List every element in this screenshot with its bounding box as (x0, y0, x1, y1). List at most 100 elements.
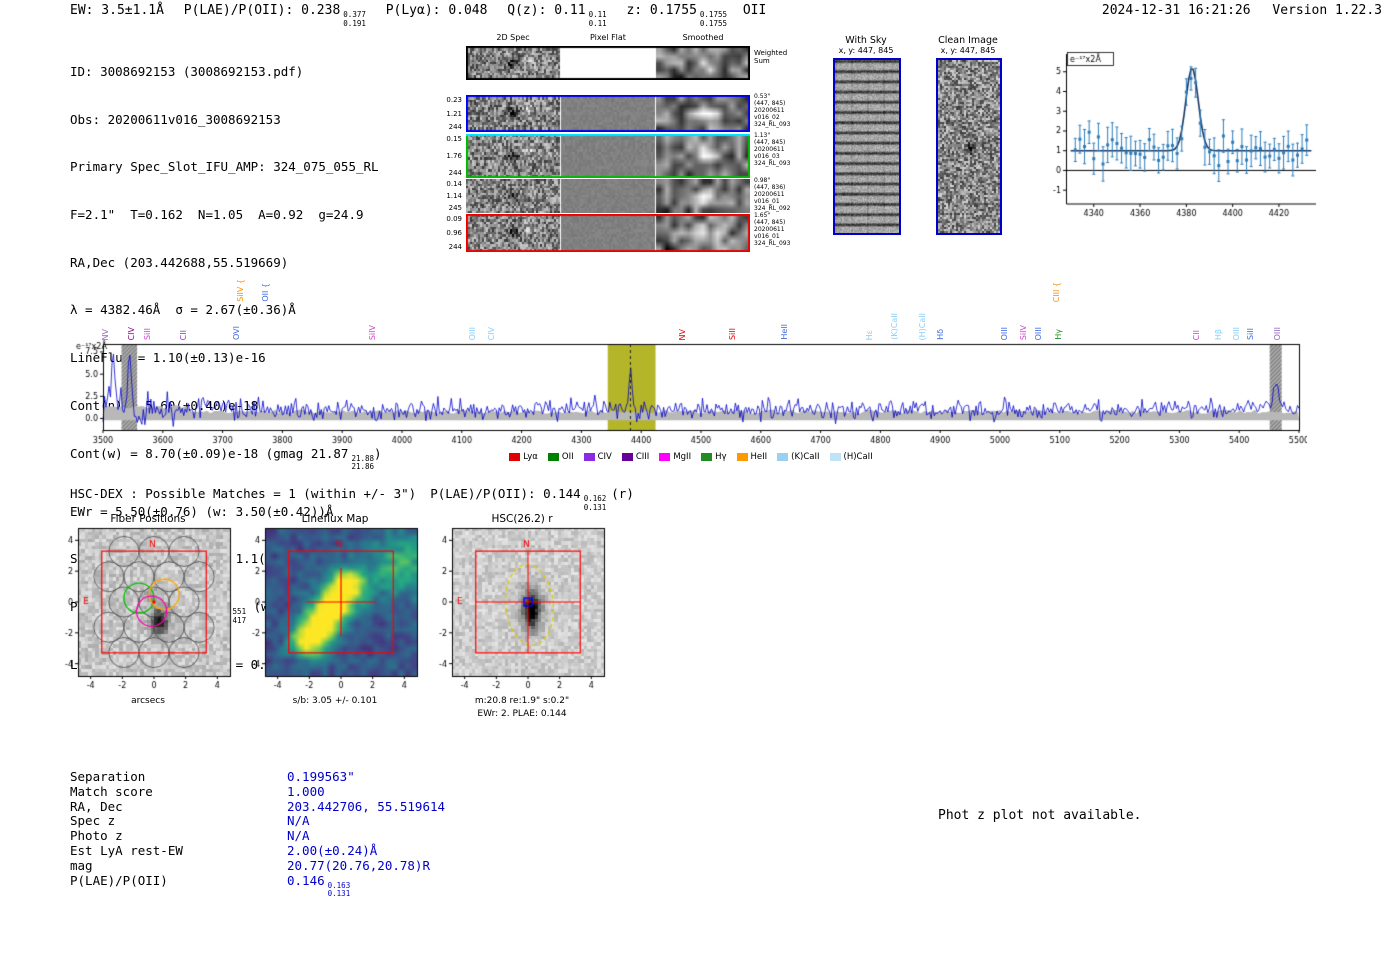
match-table-row: Photo zN/A (70, 829, 445, 844)
cutout-left-label: 0.23 (430, 97, 462, 104)
legend-item-oii: OII (548, 452, 574, 462)
legend-label: HeII (751, 452, 768, 462)
legend-item-ciii: CIII (622, 452, 649, 462)
match-table-row: mag20.77(20.76,20.78)R (70, 859, 445, 874)
emission-line-label-cii: CII (179, 330, 188, 340)
emission-line-label-cii: CII (1192, 330, 1201, 340)
legend-swatch (777, 453, 788, 461)
cutout-right-label: 0.53" (754, 93, 770, 100)
cutout-strip-row-0 (466, 46, 750, 80)
col-header-smoothed: Smoothed (656, 33, 750, 42)
fiber-positions-plot (48, 524, 238, 694)
col-header-pixelflat: Pixel Flat (561, 33, 655, 42)
value-uncertainty: 0.1630.131 (328, 882, 351, 899)
clean-title: Clean Image (928, 35, 1008, 46)
cutout-right-label: 324_RL_093 (754, 160, 790, 167)
cutout-strip-row-4 (466, 214, 750, 252)
match-table-label: Separation (70, 770, 287, 785)
cutout-right-label: 1.65" (754, 212, 770, 219)
match-table-value: 2.00(±0.24)Å (287, 844, 377, 859)
emission-line-label-oiii: OIII (1232, 327, 1241, 340)
legend-label: Lyα (523, 452, 538, 462)
match-table-row: Match score1.000 (70, 785, 445, 800)
emission-line-label-nv: NV (101, 329, 110, 340)
emission-line-label-ovi: OVI (232, 326, 241, 340)
fiber-xlabel: arcsecs (53, 696, 243, 706)
cutout-strip-row-3 (466, 179, 750, 213)
lineflux-map-plot (235, 524, 425, 694)
cutout-right-label: (447, 845) (754, 139, 785, 146)
emission-line-label-h: Hε (865, 330, 874, 340)
legend-label: OII (562, 452, 574, 462)
emission-line-label-kcaii: (K)CaII (890, 313, 899, 340)
hsc-caption-magnitude: m:20.8 re:1.9" s:0.2" (427, 696, 617, 706)
cutout-left-label: 1.21 (430, 111, 462, 118)
match-table-value: 203.442706, 55.519614 (287, 800, 445, 815)
cutout-right-label: 324_RL_093 (754, 121, 790, 128)
cutout-right-label: v016_02 (754, 114, 780, 121)
match-table-value: N/A (287, 829, 310, 844)
hsc-match-plae: P(LAE)/P(OII): 0.144 (430, 486, 581, 501)
emission-line-label-civ: CIV (127, 327, 136, 340)
emission-line-label-nv: NV (678, 329, 687, 340)
cutout-right-label: 324_RL_093 (754, 240, 790, 247)
match-table-label: mag (70, 859, 287, 874)
emission-line-label-siiv: SiIV (368, 325, 377, 340)
cutout-right-label: 20200611 (754, 146, 785, 153)
photz-note: Phot z plot not available. (938, 808, 1142, 823)
emission-line-label-hcaii: (H)CaII (918, 313, 927, 340)
legend-item-civ: CIV (584, 452, 612, 462)
match-table-value: 20.77(20.76,20.78)R (287, 859, 430, 874)
cutout-left-label: 245 (430, 205, 462, 212)
cutout-left-label: 0.14 (430, 181, 462, 188)
legend-item-hcaii: (H)CaII (830, 452, 873, 462)
cutout-right-label: v016_01 (754, 233, 780, 240)
legend-label: MgII (673, 452, 691, 462)
cutout-left-label: 0.15 (430, 136, 462, 143)
withsky-image (833, 58, 901, 235)
match-table-label: Match score (70, 785, 287, 800)
legend-swatch (737, 453, 748, 461)
hsc-r-plot (422, 524, 612, 694)
cutout-left-label: 244 (430, 244, 462, 251)
cutout-right-label: (447, 836) (754, 184, 785, 191)
cutout-left-label: 244 (430, 124, 462, 131)
emission-line-label-oiii: OIII (1000, 327, 1009, 340)
lineflux-caption: s/b: 3.05 +/- 0.101 (240, 696, 430, 706)
legend-swatch (830, 453, 841, 461)
emission-line-label-h: Hβ (1214, 329, 1223, 340)
legend-item-h: Hγ (701, 452, 726, 462)
match-table-value: N/A (287, 814, 310, 829)
match-table-value: 1.000 (287, 785, 325, 800)
legend-label: Hγ (715, 452, 726, 462)
elixer-detection-report: EW: 3.5±1.1Å P(LAE)/P(OII): 0.2380.3770.… (0, 0, 1400, 953)
legend-swatch (659, 453, 670, 461)
cutout-right-label: 20200611 (754, 191, 785, 198)
cutout-strip-row-1 (466, 95, 750, 132)
hsc-match-count: HSC-DEX : Possible Matches = 1 (within +… (70, 486, 416, 501)
hsc-plae-uncertainty: 0.1620.131 (584, 495, 607, 512)
catalog-match-table: Separation0.199563"Match score1.000RA, D… (70, 770, 445, 899)
match-table-row: Spec zN/A (70, 814, 445, 829)
cutout-right-label: 1.13" (754, 132, 770, 139)
hsc-match-summary: HSC-DEX : Possible Matches = 1 (within +… (70, 486, 634, 512)
cutout-strip-row-2 (466, 134, 750, 178)
cutout-left-label: 1.14 (430, 193, 462, 200)
legend-swatch (701, 453, 712, 461)
clean-image (936, 58, 1002, 235)
legend-label: CIII (636, 452, 649, 462)
withsky-coords: x, y: 447, 845 (826, 46, 906, 55)
emission-line-label-oiii: OIII (1034, 327, 1043, 340)
weighted-sum-label: Weighted (754, 50, 787, 57)
emission-line-label-siii: SiII (1246, 328, 1255, 340)
legend-item-kcaii: (K)CaII (777, 452, 819, 462)
emission-line-label-siiv: SiIV { (236, 279, 245, 302)
match-table-row: Separation0.199563" (70, 770, 445, 785)
col-header-2dspec: 2D Spec (466, 33, 560, 42)
emission-line-label-heii: HeII (780, 324, 789, 340)
emission-line-label-oiii: OIII (1273, 327, 1282, 340)
cutout-left-label: 0.96 (430, 230, 462, 237)
legend-item-ly: Lyα (509, 452, 538, 462)
legend-swatch (548, 453, 559, 461)
emission-line-label-oiii: OIII (468, 327, 477, 340)
